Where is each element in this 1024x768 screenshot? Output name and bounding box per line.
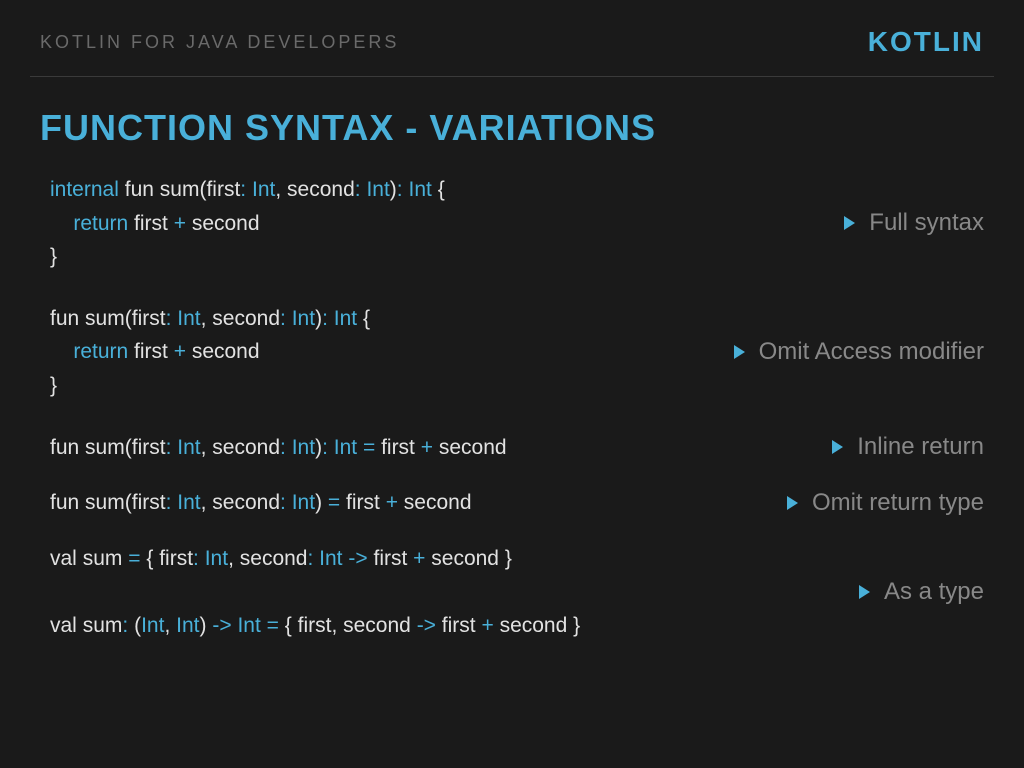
bullet-label: Inline return <box>857 433 984 461</box>
triangle-icon <box>859 585 870 599</box>
bullet-omit-access: Omit Access modifier <box>734 338 984 366</box>
example-as-type: val sum = { first: Int, second: Int -> f… <box>50 542 984 643</box>
brand-logo: KOTLIN <box>868 26 984 58</box>
example-omit-access: fun sum(first: Int, second: Int): Int { … <box>50 302 984 403</box>
bullet-inline-return: Inline return <box>832 433 984 461</box>
slide-header: KOTLIN FOR JAVA DEVELOPERS KOTLIN <box>0 0 1024 76</box>
code-block: internal fun sum(first: Int, second: Int… <box>50 173 445 274</box>
slide-title: FUNCTION SYNTAX - VARIATIONS <box>0 77 1024 173</box>
code-block: fun sum(first: Int, second: Int) = first… <box>50 486 472 520</box>
example-inline-return: fun sum(first: Int, second: Int): Int = … <box>50 431 984 465</box>
code-block: fun sum(first: Int, second: Int): Int = … <box>50 431 507 465</box>
bullet-label: Omit return type <box>812 489 984 517</box>
code-block: val sum = { first: Int, second: Int -> f… <box>50 542 580 643</box>
triangle-icon <box>832 440 843 454</box>
bullet-label: Full syntax <box>869 209 984 237</box>
triangle-icon <box>844 216 855 230</box>
bullet-label: Omit Access modifier <box>759 338 984 366</box>
breadcrumb: KOTLIN FOR JAVA DEVELOPERS <box>40 32 399 53</box>
code-block: fun sum(first: Int, second: Int): Int { … <box>50 302 370 403</box>
bullet-label: As a type <box>884 578 984 606</box>
example-full-syntax: internal fun sum(first: Int, second: Int… <box>50 173 984 274</box>
bullet-full-syntax: Full syntax <box>844 209 984 237</box>
example-omit-return-type: fun sum(first: Int, second: Int) = first… <box>50 486 984 520</box>
triangle-icon <box>734 345 745 359</box>
bullet-as-type: As a type <box>859 578 984 606</box>
slide-content: internal fun sum(first: Int, second: Int… <box>0 173 1024 643</box>
bullet-omit-return-type: Omit return type <box>787 489 984 517</box>
triangle-icon <box>787 496 798 510</box>
